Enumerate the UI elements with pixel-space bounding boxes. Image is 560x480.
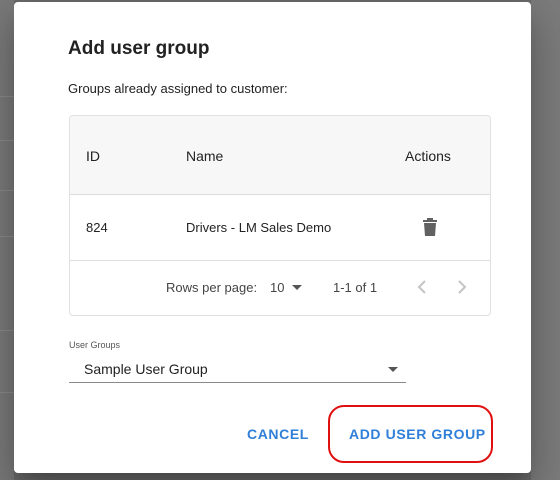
user-groups-value[interactable]: Sample User Group — [84, 361, 208, 377]
next-page-button[interactable] — [450, 275, 474, 299]
rows-per-page-label: Rows per page: — [166, 280, 258, 295]
dialog-subtitle: Groups already assigned to customer: — [68, 81, 288, 96]
chevron-right-icon — [458, 280, 467, 294]
trash-icon — [423, 218, 437, 236]
backdrop-divider — [0, 236, 14, 237]
cell-name: Drivers - LM Sales Demo — [186, 220, 332, 235]
backdrop-divider — [0, 96, 14, 97]
pagination-range: 1-1 of 1 — [333, 280, 378, 295]
column-header-actions: Actions — [405, 148, 451, 164]
add-user-group-dialog: Add user group Groups already assigned t… — [14, 2, 531, 473]
chevron-left-icon — [417, 280, 426, 294]
cancel-button[interactable]: CANCEL — [241, 425, 315, 443]
user-groups-label: User Groups — [69, 340, 121, 350]
select-underline — [69, 382, 406, 383]
column-header-name: Name — [186, 148, 224, 164]
table-pagination: Rows per page: 10 1-1 of 1 — [70, 261, 490, 315]
caret-down-icon[interactable] — [388, 367, 398, 372]
rows-per-page-select[interactable]: 10 — [270, 280, 284, 295]
backdrop-divider — [0, 140, 14, 141]
table-header: ID Name Actions — [70, 116, 490, 195]
backdrop-right — [531, 0, 560, 480]
user-groups-select[interactable]: User Groups Sample User Group — [69, 339, 406, 384]
caret-down-icon[interactable] — [292, 285, 302, 290]
backdrop-divider — [0, 392, 14, 393]
backdrop-divider — [0, 330, 14, 331]
previous-page-button[interactable] — [410, 275, 434, 299]
cell-id: 824 — [86, 220, 108, 235]
add-user-group-button[interactable]: ADD USER GROUP — [343, 425, 492, 443]
table-row: 824 Drivers - LM Sales Demo — [70, 195, 490, 261]
column-header-id: ID — [86, 148, 100, 164]
assigned-groups-table: ID Name Actions 824 Drivers - LM Sales D… — [69, 115, 491, 316]
dialog-title: Add user group — [68, 38, 210, 59]
backdrop-divider — [0, 190, 14, 191]
backdrop-left — [0, 0, 14, 480]
delete-group-button[interactable] — [416, 213, 444, 241]
